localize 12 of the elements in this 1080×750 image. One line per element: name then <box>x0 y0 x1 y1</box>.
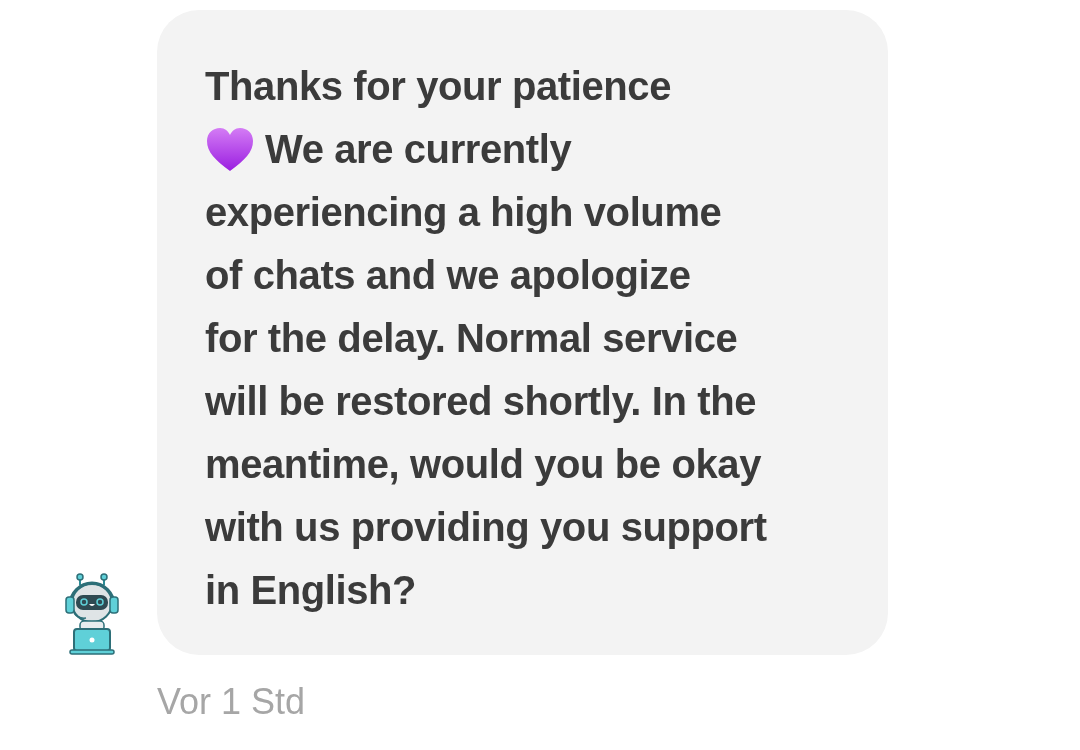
message-text: meantime, would you be okay <box>205 441 761 488</box>
message-text: We are currently <box>265 126 572 173</box>
message-text: will be restored shortly. In the <box>205 378 756 425</box>
message-text: with us providing you support <box>205 504 767 551</box>
message-text: in English? <box>205 567 417 614</box>
message-text: Thanks for your patience <box>205 63 672 110</box>
heart-icon <box>205 126 255 173</box>
robot-avatar-icon <box>62 573 122 655</box>
message-text: for the delay. Normal service <box>205 315 738 362</box>
message-text: experiencing a high volume <box>205 189 722 236</box>
message-text: of chats and we apologize <box>205 252 691 299</box>
timestamp: Vor 1 Std <box>157 680 307 724</box>
